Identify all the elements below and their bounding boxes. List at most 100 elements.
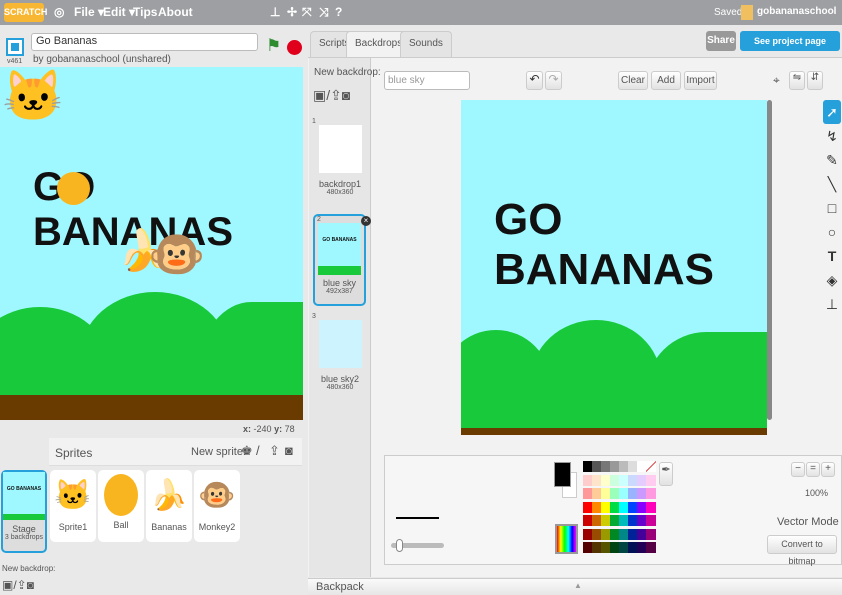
upload-icon[interactable]: ⇪: [269, 443, 280, 459]
sprite-thumb[interactable]: 🐱 Sprite1: [50, 470, 96, 542]
backpack-label: Backpack: [316, 581, 364, 593]
mouse-coords: x: -240 y: 78: [243, 424, 295, 434]
monkey-sprite[interactable]: 🐵: [148, 227, 205, 282]
backdrop-item-selected[interactable]: 2 GO BANANAS blue sky 492x387: [313, 214, 366, 306]
convert-to-bitmap-button[interactable]: Convert to bitmap: [767, 535, 837, 566]
fill-tool-icon[interactable]: ◈: [823, 268, 841, 292]
line-width-slider[interactable]: [391, 539, 444, 552]
menu-file[interactable]: File ▾: [74, 5, 104, 19]
add-button[interactable]: Add: [651, 71, 681, 90]
new-sprite-label: New sprite:: [191, 446, 247, 458]
color-swatch[interactable]: [646, 501, 656, 513]
green-flag-icon[interactable]: ⚑: [266, 36, 281, 56]
backdrop-name: backdrop1: [318, 179, 362, 189]
backdrop-item[interactable]: 3 blue sky2 480x360: [312, 313, 368, 403]
project-title-input[interactable]: Go Bananas: [31, 33, 258, 51]
redo-button[interactable]: ↷: [545, 71, 562, 90]
share-button[interactable]: Share: [706, 31, 736, 51]
eyedropper-icon[interactable]: ✒: [659, 462, 673, 486]
backdrop-tools-icons[interactable]: ▣/⇪◙: [2, 578, 34, 592]
delete-icon[interactable]: ×: [361, 216, 371, 226]
sprite-name: Bananas: [151, 522, 187, 532]
backdrop-item[interactable]: 1 backdrop1 480x360: [312, 118, 368, 208]
backdrop-number: 1: [312, 118, 316, 125]
sprite-name: Sprite1: [58, 522, 88, 532]
color-swatch[interactable]: [646, 461, 656, 472]
zoom-level: 100%: [805, 488, 829, 498]
vector-mode-label: Vector Mode: [777, 516, 839, 528]
color-swatch[interactable]: [646, 528, 656, 540]
import-button[interactable]: Import: [684, 71, 717, 90]
scratch-logo[interactable]: SCRATCH: [4, 3, 47, 22]
stage-label: Stage: [12, 524, 36, 534]
tab-sounds[interactable]: Sounds: [400, 31, 452, 57]
sprites-header: Sprites New sprite: ♚ / ⇪ ◙: [49, 438, 302, 466]
menu-tips[interactable]: Tips: [133, 5, 157, 19]
flip-vertical-icon[interactable]: ⇵: [807, 71, 823, 90]
expand-icon[interactable]: ▲: [574, 581, 582, 590]
menu-bar: SCRATCH ◎ File ▾ Edit ▾ Tips About ⊥ ✢ ⤧…: [0, 0, 842, 25]
rectangle-tool-icon[interactable]: □: [823, 196, 841, 220]
new-backdrop-label: New backdrop:: [314, 67, 381, 78]
color-swatch[interactable]: [646, 488, 656, 499]
menu-edit[interactable]: Edit ▾: [103, 5, 135, 19]
primary-color[interactable]: [554, 462, 571, 487]
stop-icon[interactable]: [287, 40, 302, 55]
cut-icon[interactable]: ✢: [287, 5, 297, 19]
stage-canvas[interactable]: GO BANANAS 🐱 🍌 🐵: [0, 67, 303, 420]
backdrop-name: blue sky2: [320, 374, 360, 384]
grow-icon[interactable]: ⤧: [302, 5, 312, 20]
stage-thumbnail[interactable]: GO BANANAS Stage 3 backdrops: [1, 470, 47, 553]
undo-button[interactable]: ↶: [526, 71, 543, 90]
flip-horizontal-icon[interactable]: ⇋: [789, 71, 805, 90]
color-swatch[interactable]: [646, 542, 656, 553]
backpack-bar[interactable]: Backpack ▲: [308, 578, 842, 595]
menu-about[interactable]: About: [158, 5, 193, 19]
clear-button[interactable]: Clear: [618, 71, 648, 90]
user-avatar[interactable]: [741, 5, 753, 20]
cat-sprite[interactable]: 🐱: [2, 67, 64, 162]
globe-icon[interactable]: ◎: [54, 5, 64, 19]
sprite-thumb[interactable]: Ball: [98, 470, 144, 542]
line-width-preview: [396, 517, 439, 519]
color-swatch[interactable]: [646, 515, 656, 526]
color-picker-gradient[interactable]: [555, 524, 578, 554]
duplicate-icon[interactable]: ⊥: [270, 5, 280, 19]
ellipse-tool-icon[interactable]: ○: [823, 220, 841, 244]
text-tool-icon[interactable]: T: [823, 244, 841, 268]
stamp-tool-icon[interactable]: ⊥: [823, 292, 841, 316]
backdrop-size: 492x387: [326, 288, 353, 295]
line-tool-icon[interactable]: ╲: [823, 172, 841, 196]
canvas-scrollbar[interactable]: [767, 100, 772, 420]
color-swatch[interactable]: [646, 474, 656, 486]
saved-status: Saved: [714, 7, 743, 18]
camera-icon[interactable]: ◙: [285, 443, 293, 458]
fullscreen-icon[interactable]: [6, 38, 24, 56]
ball-sprite[interactable]: [57, 172, 90, 205]
set-costume-center-icon[interactable]: ⌖: [773, 73, 780, 88]
paint-canvas[interactable]: GO BANANAS: [461, 100, 767, 435]
zoom-in-icon[interactable]: +: [821, 462, 835, 477]
backdrop-number: 3: [312, 313, 316, 320]
paint-icon[interactable]: /: [256, 443, 260, 458]
see-project-page-button[interactable]: See project page: [740, 31, 840, 51]
backdrop-size: 480x360: [326, 189, 354, 196]
backdrop-tools-icons[interactable]: ▣/⇪◙: [313, 87, 350, 104]
zoom-out-icon[interactable]: −: [791, 462, 805, 477]
sprite-library-icon[interactable]: ♚: [241, 443, 253, 459]
new-backdrop-label: New backdrop:: [2, 564, 56, 573]
pencil-tool-icon[interactable]: ✎: [823, 148, 841, 172]
canvas-title-text: GO BANANAS: [494, 195, 714, 294]
help-icon[interactable]: ?: [335, 5, 342, 19]
sprite-name: Ball: [113, 520, 129, 530]
select-tool-icon[interactable]: ➚: [823, 100, 841, 124]
sprite-thumb[interactable]: 🐵 Monkey2: [194, 470, 240, 542]
sprite-thumb[interactable]: 🍌 Bananas: [146, 470, 192, 542]
backdrop-name-input[interactable]: blue sky: [384, 71, 470, 90]
reshape-tool-icon[interactable]: ↯: [823, 124, 841, 148]
backdrop-size: 480x360: [326, 384, 354, 391]
username[interactable]: gobananaschool: [757, 6, 836, 17]
backdrop-number: 2: [317, 216, 321, 223]
zoom-reset-icon[interactable]: =: [806, 462, 820, 477]
shrink-icon[interactable]: ⤨: [319, 5, 329, 20]
